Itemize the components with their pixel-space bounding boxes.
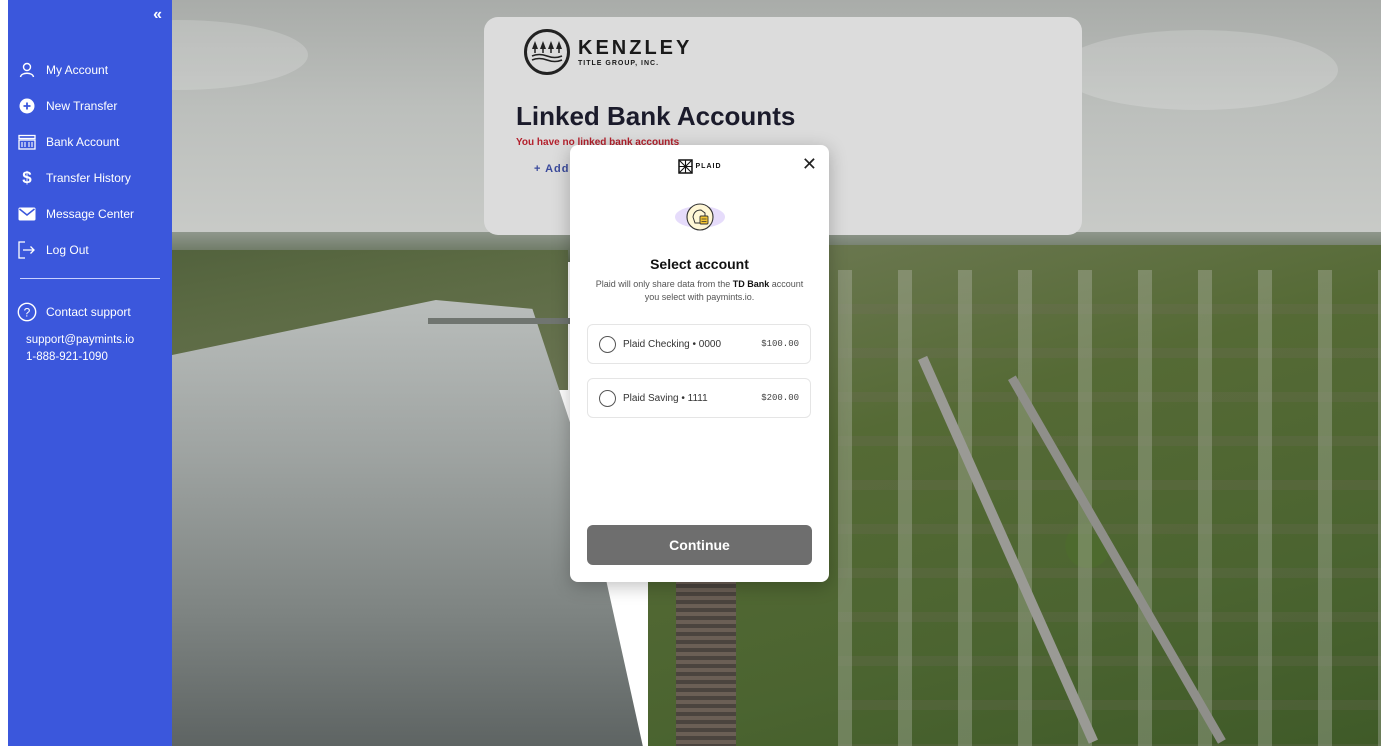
radio-button[interactable] (599, 389, 616, 407)
dollar-icon: $ (22, 168, 32, 187)
plus-circle-icon (17, 96, 37, 116)
modal-description: Plaid will only share data from the TD B… (595, 279, 804, 302)
railway (676, 560, 736, 746)
sidebar: « My Account New Transfer Bank Account $… (8, 0, 172, 746)
question-circle-icon: ? (17, 302, 37, 322)
bridge (428, 318, 588, 324)
trees-logo-icon (524, 29, 570, 75)
bank-icon (17, 132, 37, 152)
collapse-sidebar-button[interactable]: « (153, 6, 162, 24)
cloud (1058, 30, 1338, 110)
add-account-button[interactable]: + Add (534, 163, 569, 175)
contact-support-label: Contact support (46, 305, 131, 319)
account-name: Plaid Checking • 0000 (623, 338, 722, 350)
sidebar-item-log-out[interactable]: Log Out (8, 232, 172, 268)
sidebar-item-label: New Transfer (46, 99, 118, 113)
bank-name: TD Bank (732, 279, 770, 289)
support-phone[interactable]: 1-888-921-1090 (26, 349, 172, 366)
modal-title: Select account (650, 256, 749, 272)
account-option-checking[interactable]: Plaid Checking • 0000 $100.00 (587, 324, 811, 364)
logo-name: KENZLEY (578, 37, 693, 59)
sidebar-item-label: My Account (46, 63, 109, 77)
sidebar-divider (20, 278, 160, 279)
contact-support-link[interactable]: ? Contact support (8, 300, 172, 324)
sidebar-item-label: Transfer History (46, 171, 131, 185)
account-balance: $200.00 (761, 393, 799, 403)
account-name: Plaid Saving • 1111 (623, 392, 708, 404)
sidebar-item-new-transfer[interactable]: New Transfer (8, 88, 172, 124)
houses (838, 270, 1381, 746)
sidebar-item-label: Log Out (46, 243, 89, 257)
logo-subtitle: TITLE GROUP, INC. (578, 60, 660, 67)
support-section: ? Contact support support@paymints.io 1-… (8, 300, 172, 366)
support-email[interactable]: support@paymints.io (26, 332, 172, 349)
account-balance: $100.00 (761, 339, 799, 349)
sidebar-item-bank-account[interactable]: Bank Account (8, 124, 172, 160)
plaid-modal: PLAID ✕ Select account Plaid will only s… (570, 145, 829, 582)
sidebar-nav: My Account New Transfer Bank Account $ T… (8, 52, 172, 268)
plaid-brand-label: PLAID (695, 163, 722, 170)
sidebar-item-label: Message Center (46, 207, 135, 221)
close-modal-button[interactable]: ✕ (802, 155, 817, 173)
plaid-brand: PLAID (570, 159, 829, 174)
kenzley-logo: KENZLEY TITLE GROUP, INC. (524, 29, 692, 75)
sidebar-item-transfer-history[interactable]: $ Transfer History (8, 160, 172, 196)
continue-button[interactable]: Continue (587, 525, 812, 565)
logout-icon (17, 240, 37, 260)
page-title: Linked Bank Accounts (516, 101, 796, 131)
sidebar-item-label: Bank Account (46, 135, 120, 149)
sidebar-item-my-account[interactable]: My Account (8, 52, 172, 88)
radio-button[interactable] (599, 335, 616, 353)
envelope-icon (17, 204, 37, 224)
user-icon (17, 60, 37, 80)
account-illustration-icon (675, 203, 725, 231)
sidebar-item-message-center[interactable]: Message Center (8, 196, 172, 232)
plaid-logo-icon (677, 159, 693, 174)
account-option-saving[interactable]: Plaid Saving • 1111 $200.00 (587, 378, 811, 418)
svg-text:?: ? (24, 306, 31, 320)
